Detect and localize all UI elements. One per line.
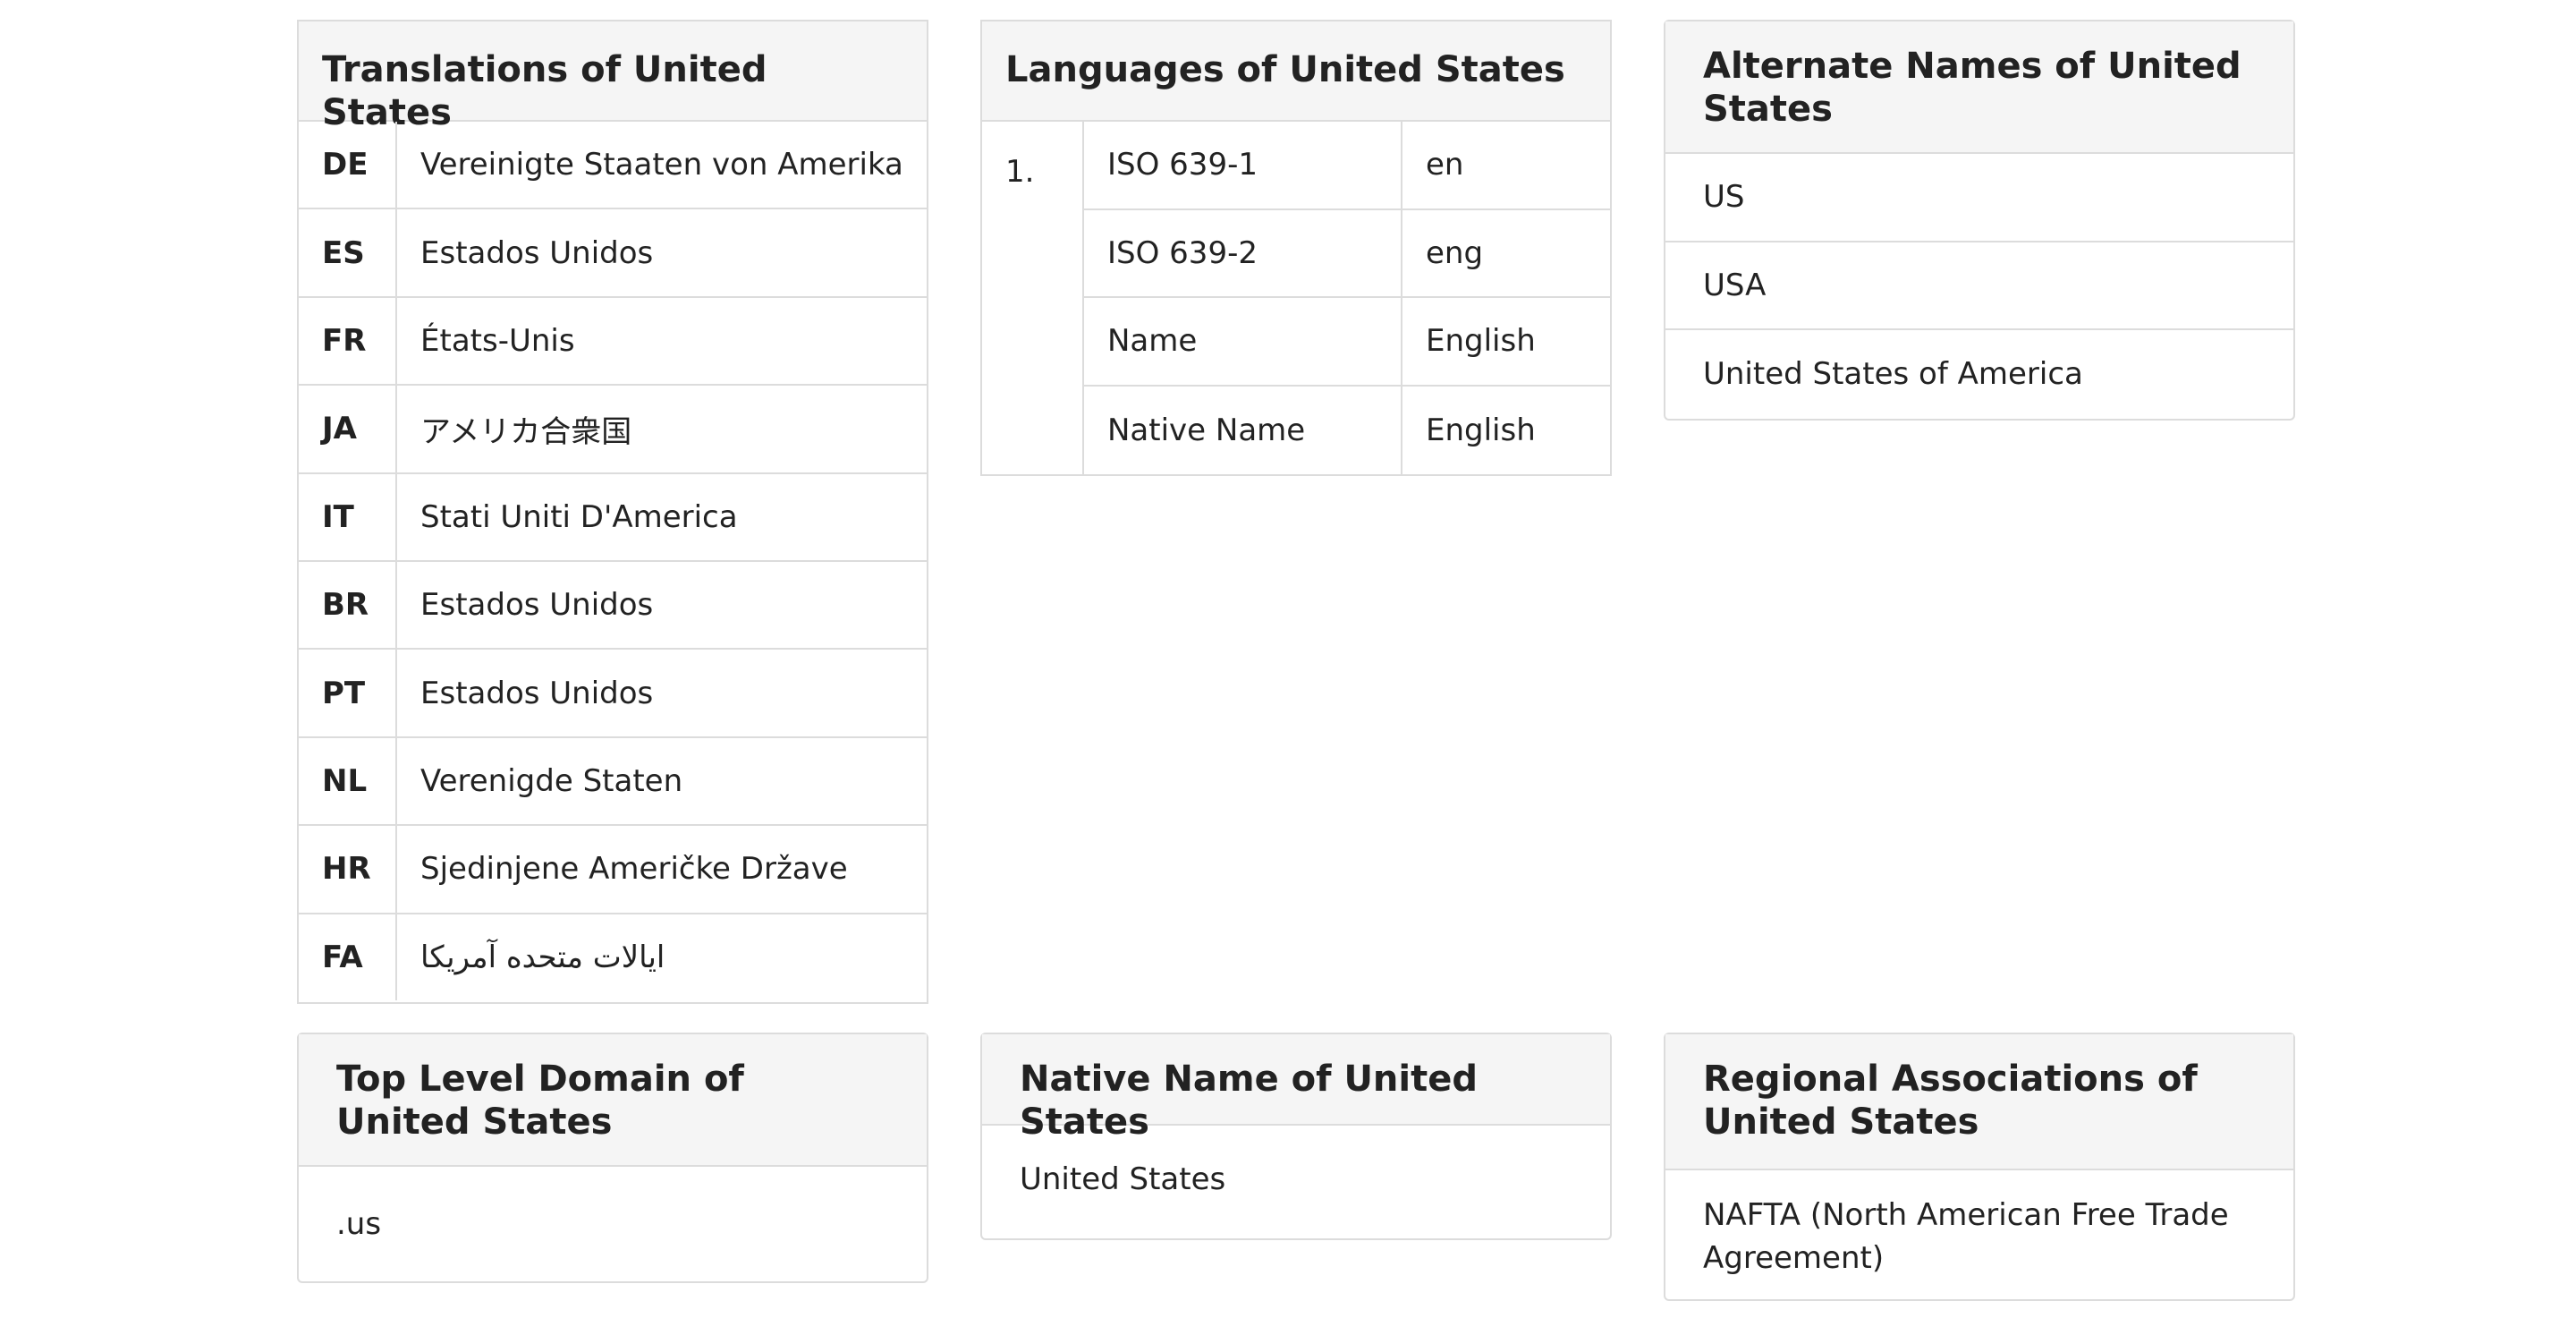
regional-associations-card: Regional Associations of United States N…	[1664, 1033, 2295, 1301]
list-item: US	[1665, 154, 2293, 242]
table-row: ISO 639-1 en	[1084, 122, 1610, 210]
language-code: BR	[299, 561, 397, 649]
translated-name: Estados Unidos	[420, 675, 654, 711]
language-code: HR	[299, 826, 397, 913]
table-row: BR Estados Unidos	[299, 561, 927, 650]
table-row: HR Sjedinjene Američke Države	[299, 826, 927, 914]
language-code: ES	[299, 209, 397, 296]
language-property: Name	[1084, 298, 1402, 385]
language-code: FA	[299, 914, 397, 1000]
native-name-title: Native Name of United States	[982, 1034, 1610, 1143]
language-property: ISO 639-1	[1084, 122, 1402, 208]
language-property: ISO 639-2	[1084, 209, 1402, 296]
translated-name: Verenigde Staten	[420, 762, 683, 799]
translations-table: DE Vereinigte Staaten von Amerika ES Est…	[299, 122, 927, 1000]
language-code: IT	[299, 473, 397, 560]
table-row: FR États-Unis	[299, 297, 927, 387]
language-code: DE	[299, 122, 397, 208]
translated-name: États-Unis	[420, 322, 575, 359]
language-details: ISO 639-1 en ISO 639-2 eng Name English …	[1084, 122, 1610, 476]
top-level-domain-value: .us	[336, 1206, 382, 1242]
top-level-domain-card: Top Level Domain of United States .us	[297, 1033, 928, 1283]
language-index: 1.	[982, 122, 1084, 476]
alternate-names-title: Alternate Names of United States	[1665, 21, 2293, 154]
table-row: PT Estados Unidos	[299, 650, 927, 738]
languages-title: Languages of United States	[982, 21, 1610, 122]
table-row: IT Stati Uniti D'America	[299, 473, 927, 562]
translated-name: Vereinigte Staaten von Amerika	[420, 147, 903, 183]
language-value: eng	[1426, 234, 1484, 271]
table-row: ISO 639-2 eng	[1084, 209, 1610, 298]
translations-card: Translations of United States DE Vereini…	[297, 20, 928, 1004]
language-property: Native Name	[1084, 386, 1402, 474]
list-item: United States of America	[1703, 356, 2083, 393]
alternate-names-list: US USA United States of America	[1665, 154, 2293, 419]
translated-name: Estados Unidos	[420, 234, 654, 271]
languages-table: 1. ISO 639-1 en ISO 639-2 eng Name Engli…	[982, 122, 1610, 476]
language-code: NL	[299, 737, 397, 825]
language-value: English	[1426, 323, 1536, 360]
language-code: FR	[299, 297, 397, 385]
table-row: Native Name English	[1084, 386, 1610, 474]
top-level-domain-title: Top Level Domain of United States	[299, 1034, 927, 1167]
list-item: USA	[1665, 242, 2293, 330]
translated-name: アメリカ合衆国	[420, 413, 632, 450]
table-row: JA アメリカ合衆国	[299, 386, 927, 474]
translated-name: Estados Unidos	[420, 587, 654, 624]
alternate-names-card: Alternate Names of United States US USA …	[1664, 20, 2295, 421]
language-code: PT	[299, 650, 397, 736]
translated-name: ایالات متحده آمریکا	[420, 939, 665, 975]
regional-associations-title: Regional Associations of United States	[1665, 1034, 2293, 1170]
table-row: Name English	[1084, 298, 1610, 387]
table-row: ES Estados Unidos	[299, 209, 927, 298]
translated-name: Stati Uniti D'America	[420, 498, 738, 535]
regional-association-item: NAFTA (North American Free Trade Agreeme…	[1703, 1197, 2229, 1276]
translations-title: Translations of United States	[299, 21, 927, 133]
table-row: FA ایالات متحده آمریکا	[299, 914, 927, 1000]
table-row: DE Vereinigte Staaten von Amerika	[299, 122, 927, 210]
table-row: NL Verenigde Staten	[299, 737, 927, 827]
language-value: English	[1426, 412, 1536, 448]
language-value: en	[1426, 147, 1464, 183]
translated-name: Sjedinjene Američke Države	[420, 851, 848, 888]
native-name-card: Native Name of United States United Stat…	[980, 1033, 1612, 1240]
country-info-page: Translations of United States DE Vereini…	[0, 0, 2576, 1335]
languages-card: Languages of United States 1. ISO 639-1 …	[980, 20, 1612, 476]
language-code: JA	[299, 386, 397, 472]
